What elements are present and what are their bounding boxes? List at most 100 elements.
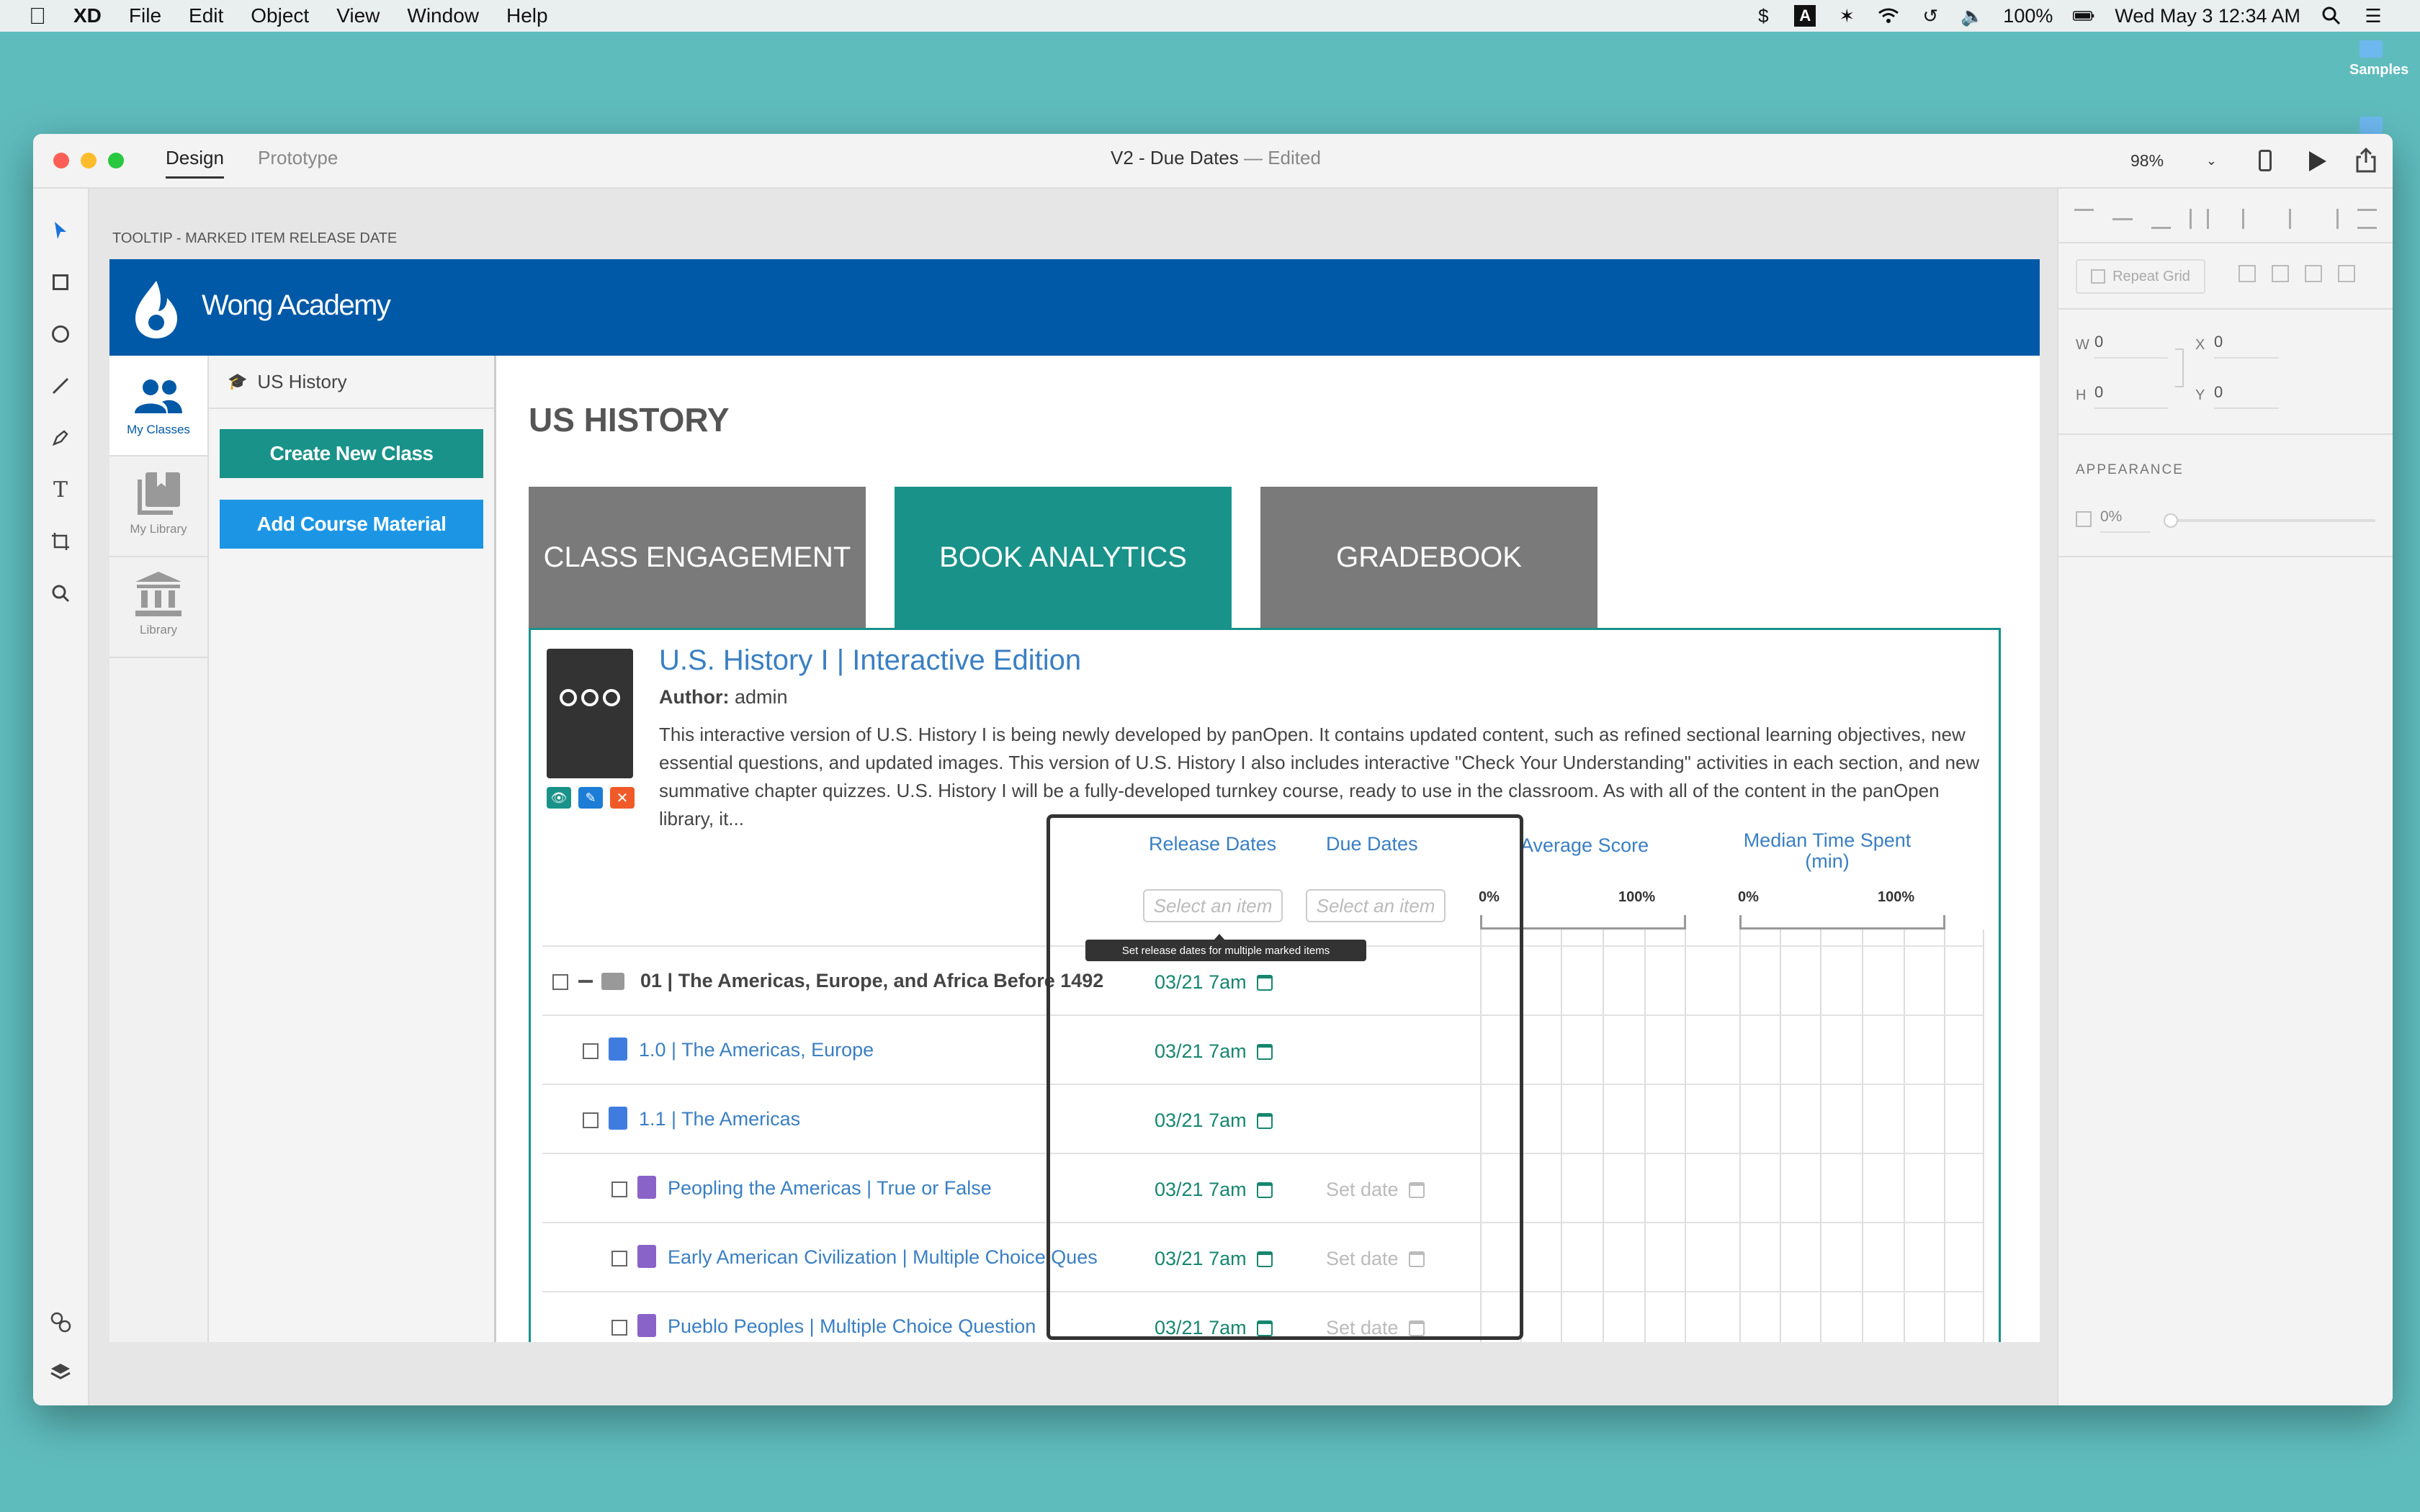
repeat-grid-button[interactable]: Repeat Grid [2076, 259, 2205, 294]
desktop-folder[interactable]: Samples [2349, 40, 2408, 78]
artboard-name[interactable]: TOOLTIP - MARKED ITEM RELEASE DATE [112, 230, 397, 247]
volume-icon[interactable]: 🔈 [1960, 5, 1984, 27]
distribute-vertical-icon[interactable] [2189, 209, 2210, 229]
minimize-window-button[interactable] [81, 153, 97, 168]
opacity-slider-thumb[interactable] [2164, 513, 2178, 528]
nav-library[interactable]: Library [109, 557, 207, 658]
bluetooth-icon[interactable]: ✶ [1836, 5, 1857, 27]
opacity-field[interactable]: 0% [2100, 508, 2151, 533]
share-icon[interactable] [2355, 147, 2377, 176]
book-cover[interactable] [547, 649, 633, 778]
tools-panel: T [33, 189, 89, 1405]
subtract-shape-icon[interactable] [2272, 265, 2289, 282]
width-field[interactable]: 0 [2094, 333, 2168, 359]
align-left-icon[interactable] [2242, 209, 2262, 229]
row-title[interactable]: Early American Civilization | Multiple C… [668, 1246, 1098, 1269]
assets-icon[interactable] [48, 1309, 73, 1335]
battery-icon[interactable] [2073, 5, 2094, 27]
remove-book-button[interactable]: ✕ [610, 787, 635, 809]
menu-object[interactable]: Object [251, 4, 309, 27]
artboard: Wong Academy My Classes My Library Libra… [109, 259, 2040, 1342]
row-checkbox[interactable] [583, 1043, 599, 1059]
spotlight-search-icon[interactable] [2321, 5, 2342, 27]
tab-prototype[interactable]: Prototype [258, 147, 338, 169]
time-machine-icon[interactable]: ↺ [1919, 5, 1941, 27]
zoom-tool-icon[interactable] [48, 580, 73, 606]
nav-my-classes[interactable]: My Classes [109, 356, 207, 456]
row-checkbox[interactable] [611, 1251, 627, 1266]
zoom-select[interactable]: 98% ⌄ [2130, 148, 2217, 173]
clock[interactable]: Wed May 3 12:34 AM [2115, 5, 2300, 27]
row-title[interactable]: Peopling the Americas | True or False [668, 1177, 992, 1200]
rectangle-tool-icon[interactable] [48, 269, 73, 295]
apple-menu-icon[interactable]:  [29, 3, 46, 30]
tab-design[interactable]: Design [166, 147, 224, 179]
zoom-window-button[interactable] [108, 153, 124, 168]
row-checkbox[interactable] [611, 1320, 627, 1336]
notification-center-icon[interactable]: ☰ [2362, 5, 2384, 27]
nav-my-library[interactable]: My Library [109, 456, 207, 557]
exclude-shape-icon[interactable] [2338, 265, 2355, 282]
lock-aspect-icon[interactable] [2175, 348, 2184, 387]
row-title[interactable]: Pueblo Peoples | Multiple Choice Questio… [668, 1315, 1036, 1338]
artboard-tool-icon[interactable] [48, 528, 73, 554]
book-title[interactable]: U.S. History I | Interactive Edition [659, 644, 1081, 677]
row-checkbox[interactable] [583, 1112, 599, 1128]
sidebar-tab-us-history[interactable]: 🎓 US History [209, 356, 494, 409]
tab-gradebook[interactable]: GRADEBOOK [1260, 487, 1597, 628]
create-new-class-button[interactable]: Create New Class [220, 429, 483, 478]
align-right-icon[interactable] [2318, 209, 2339, 229]
align-bottom-icon[interactable] [2151, 209, 2171, 229]
x-field[interactable]: 0 [2214, 333, 2279, 359]
menu-edit[interactable]: Edit [189, 4, 223, 27]
view-book-button[interactable]: 👁 [547, 787, 571, 809]
folder-icon[interactable] [2360, 117, 2383, 134]
text-tool-icon[interactable]: T [48, 477, 73, 503]
collapse-icon[interactable] [578, 980, 593, 983]
flame-logo-icon [131, 278, 182, 343]
row-title[interactable]: 1.1 | The Americas [639, 1108, 800, 1130]
document-name: V2 - Due Dates [1111, 147, 1239, 168]
repeat-grid-icon [2091, 269, 2106, 284]
menu-file[interactable]: File [129, 4, 161, 27]
edit-book-button[interactable]: ✎ [578, 787, 603, 809]
row-checkbox[interactable] [552, 974, 568, 990]
add-course-material-button[interactable]: Add Course Material [220, 500, 483, 549]
select-tool-icon[interactable] [48, 217, 73, 243]
menu-view[interactable]: View [336, 4, 380, 27]
layers-icon[interactable] [48, 1359, 73, 1385]
add-shape-icon[interactable] [2238, 265, 2256, 282]
wifi-icon[interactable] [1878, 5, 1899, 27]
menu-help[interactable]: Help [506, 4, 548, 27]
tab-book-analytics[interactable]: BOOK ANALYTICS [895, 487, 1232, 628]
adobe-icon[interactable]: A [1794, 5, 1816, 27]
align-top-icon[interactable] [2074, 209, 2094, 229]
dollar-icon[interactable]: $ [1752, 5, 1774, 27]
align-center-icon[interactable] [2289, 209, 2292, 229]
divider [2058, 433, 2393, 435]
eye-icon: 👁 [550, 790, 568, 805]
device-preview-icon[interactable] [2259, 150, 2272, 171]
nav-library-label: Library [140, 623, 177, 636]
menu-app-name[interactable]: XD [73, 4, 102, 27]
distribute-horizontal-icon[interactable] [2357, 209, 2377, 229]
row-title[interactable]: 01 | The Americas, Europe, and Africa Be… [640, 970, 1103, 992]
align-middle-icon[interactable] [2112, 217, 2133, 220]
play-icon[interactable] [2309, 151, 2326, 171]
ellipse-tool-icon[interactable] [48, 321, 73, 347]
intersect-shape-icon[interactable] [2305, 265, 2322, 282]
opacity-slider[interactable] [2164, 513, 2375, 528]
line-tool-icon[interactable] [48, 373, 73, 399]
menu-window[interactable]: Window [407, 4, 479, 27]
close-window-button[interactable] [53, 153, 69, 168]
row-title[interactable]: 1.0 | The Americas, Europe [639, 1039, 874, 1061]
row-checkbox[interactable] [611, 1182, 627, 1197]
y-field[interactable]: 0 [2214, 383, 2279, 409]
books-icon [138, 472, 180, 515]
cover-circle-icon [581, 689, 599, 706]
battery-percent: 100% [2003, 4, 2053, 27]
tab-class-engagement[interactable]: CLASS ENGAGEMENT [529, 487, 866, 628]
height-field[interactable]: 0 [2094, 383, 2168, 409]
pen-tool-icon[interactable] [48, 425, 73, 451]
boolean-ops [2238, 265, 2355, 282]
